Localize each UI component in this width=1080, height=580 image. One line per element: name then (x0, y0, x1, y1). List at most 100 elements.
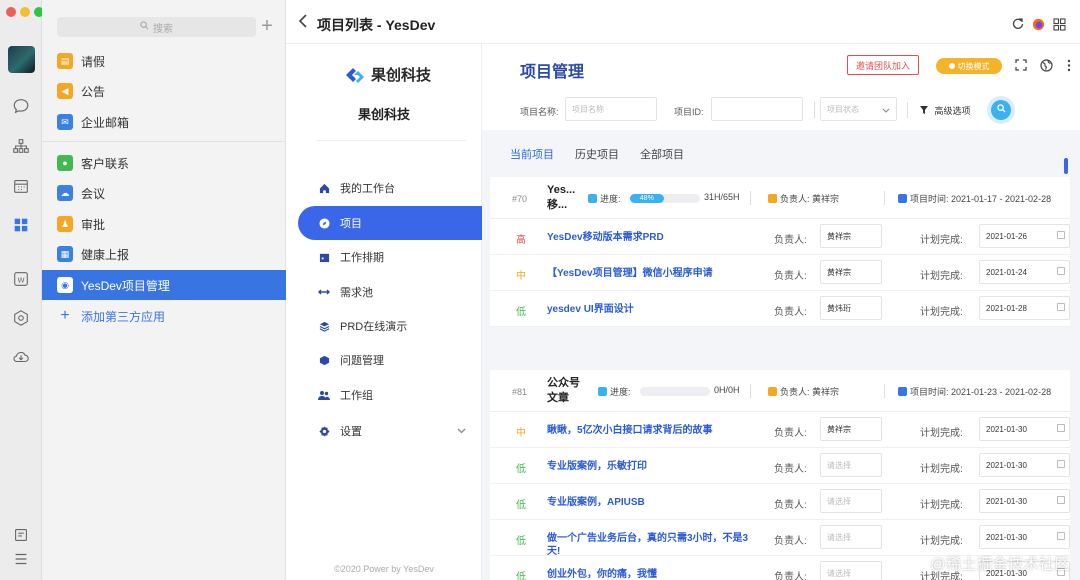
app-item-mail[interactable]: ✉ 企业邮箱 (42, 107, 286, 137)
search-button[interactable] (991, 100, 1011, 120)
add-third-party-app-button[interactable]: + 添加第三方应用 (42, 301, 286, 331)
firefox-icon[interactable] (1031, 17, 1045, 31)
chat-icon[interactable] (10, 95, 32, 117)
project-title[interactable]: 公众号文章 (547, 376, 581, 406)
owner-select[interactable]: 请选择 (820, 453, 882, 477)
task-row[interactable]: 高 YesDev移动版本需求PRD 负责人: 黄祥宗 计划完成: 2021-01-26 (490, 219, 1070, 255)
refresh-icon[interactable] (1011, 17, 1025, 31)
owner-select[interactable]: 请选择 (820, 489, 882, 513)
nav-item-prd-demo[interactable]: PRD在线演示 (298, 309, 482, 343)
calendar-icon (1057, 460, 1065, 468)
due-date-input[interactable]: 2021-01-24 (979, 260, 1070, 284)
filter-bar: 项目名称: 项目名称 项目ID: 项目状态 高级选项 (482, 94, 1080, 126)
owner-select[interactable]: 黄炜珩 (820, 296, 882, 320)
switch-mode-toggle[interactable]: 切换模式 (936, 58, 1002, 74)
project-title[interactable]: Yes...移... (547, 183, 581, 213)
avatar[interactable] (8, 46, 35, 73)
app-item-yesdev[interactable]: ◉ YesDev项目管理 (42, 270, 286, 300)
project-status-select[interactable]: 项目状态 (820, 97, 897, 121)
tab-all-projects[interactable]: 全部项目 (640, 146, 684, 162)
divider (884, 384, 885, 398)
task-name[interactable]: 创业外包，你的痛，我懂 (547, 568, 757, 580)
due-date-input[interactable]: 2021-01-30 (979, 525, 1070, 549)
app-item-meeting[interactable]: ☁ 会议 (42, 178, 286, 208)
owner-select[interactable]: 请选择 (820, 561, 882, 580)
search-input[interactable]: 搜索 (57, 17, 256, 37)
divider (814, 102, 815, 118)
app-item-announcement[interactable]: ◀ 公告 (42, 76, 286, 106)
app-item-approval[interactable]: ♟ 审批 (42, 209, 286, 239)
app-item-customer[interactable]: ● 客户联系 (42, 148, 286, 178)
divider (884, 191, 885, 205)
owner-select[interactable]: 请选择 (820, 525, 882, 549)
due-date-input[interactable]: 2021-01-28 (979, 296, 1070, 320)
owner-select[interactable]: 黄祥宗 (820, 224, 882, 248)
task-name[interactable]: YesDev移动版本需求PRD (547, 231, 757, 244)
task-row[interactable]: 低 专业版案例，APIUSB 负责人: 请选择 计划完成: 2021-01-30 (490, 484, 1070, 520)
word-doc-icon[interactable]: W (10, 268, 32, 290)
add-button[interactable]: + (259, 15, 275, 37)
advanced-options-button[interactable]: 高级选项 (920, 104, 971, 117)
owner-select[interactable]: 黄祥宗 (820, 417, 882, 441)
grid-icon[interactable] (1052, 17, 1066, 31)
menu-icon[interactable] (10, 548, 32, 570)
task-row[interactable]: 中 【YesDev项目管理】微信小程序申请 负责人: 黄祥宗 计划完成: 2021-01-… (490, 255, 1070, 291)
priority-label: 高 (516, 235, 526, 246)
chevron-left-icon[interactable] (298, 14, 308, 33)
advanced-options-label: 高级选项 (934, 106, 971, 116)
progress-icon (588, 194, 597, 203)
task-name[interactable]: 专业版案例，乐敏打印 (547, 460, 757, 473)
task-row[interactable]: 低 做一个广告业务后台，真的只需3小时，不是3天! 负责人: 请选择 计划完成: 2021… (490, 520, 1070, 558)
owner-block: 负责人: 黄祥宗 (768, 385, 839, 398)
nav-item-issues[interactable]: 问题管理 (298, 343, 482, 377)
app-item-health[interactable]: ▦ 健康上报 (42, 239, 286, 269)
company-logo: 果创科技 (344, 64, 431, 85)
due-date-value: 2021-01-26 (986, 231, 1027, 241)
apps-grid-icon[interactable] (10, 214, 32, 236)
more-icon[interactable] (1062, 58, 1076, 72)
owner-select[interactable]: 黄祥宗 (820, 260, 882, 284)
nav-item-requirements[interactable]: 需求池 (298, 275, 482, 309)
task-name[interactable]: 做一个广告业务后台，真的只需3小时，不是3天! (547, 532, 757, 558)
tab-current-projects[interactable]: 当前项目 (510, 146, 554, 162)
app-item-leave[interactable]: ▤ 请假 (42, 46, 286, 76)
calendar-icon[interactable] (10, 175, 32, 197)
minimize-window-button[interactable] (20, 7, 30, 17)
project-id-input[interactable] (711, 97, 803, 121)
nav-item-projects[interactable]: 项目 (298, 206, 482, 240)
chevron-down-icon[interactable] (457, 426, 466, 437)
due-date-input[interactable]: 2021-01-26 (979, 224, 1070, 248)
project-name-input[interactable]: 项目名称 (565, 97, 657, 121)
cube-icon[interactable] (10, 307, 32, 329)
org-chart-icon[interactable] (10, 135, 32, 157)
divider (750, 191, 751, 205)
close-window-button[interactable] (6, 7, 16, 17)
task-name[interactable]: 瞅瞅，5亿次小白接口请求背后的故事 (547, 424, 757, 437)
due-date-input[interactable]: 2021-01-30 (979, 489, 1070, 513)
globe-icon[interactable] (1039, 58, 1053, 72)
nav-item-workbench[interactable]: 我的工作台 (298, 171, 482, 205)
cloud-icon[interactable] (10, 346, 32, 368)
task-row[interactable]: 中 瞅瞅，5亿次小白接口请求背后的故事 负责人: 黄祥宗 计划完成: 2021-01-30 (490, 412, 1070, 448)
nav-item-settings[interactable]: 设置 (298, 414, 482, 448)
progress-label: 进度: (610, 387, 631, 397)
task-name[interactable]: 专业版案例，APIUSB (547, 496, 757, 509)
fullscreen-icon[interactable] (1014, 58, 1028, 72)
tab-history-projects[interactable]: 历史项目 (575, 146, 619, 162)
chevron-down-icon (882, 106, 890, 115)
task-row[interactable]: 低 专业版案例，乐敏打印 负责人: 请选择 计划完成: 2021-01-30 (490, 448, 1070, 484)
nav-item-workgroup[interactable]: 工作组 (298, 378, 482, 412)
due-date-input[interactable]: 2021-01-30 (979, 453, 1070, 477)
logo-mark-icon (346, 67, 364, 83)
task-name[interactable]: yesdev UI界面设计 (547, 303, 757, 316)
time-block: 项目时间: 2021-01-23 - 2021-02-28 (898, 385, 1051, 398)
invite-team-button[interactable]: 邀请团队加入 (847, 55, 919, 75)
task-name[interactable]: 【YesDev项目管理】微信小程序申请 (547, 267, 757, 280)
nav-item-schedule[interactable]: 工作排期 (298, 240, 482, 274)
inbox-icon[interactable] (10, 524, 32, 546)
status-placeholder: 项目状态 (827, 104, 859, 114)
task-row[interactable]: 低 yesdev UI界面设计 负责人: 黄炜珩 计划完成: 2021-01-28 (490, 291, 1070, 327)
due-date-input[interactable]: 2021-01-30 (979, 417, 1070, 441)
company-name: 果创科技 (357, 107, 410, 122)
priority-label: 中 (516, 428, 526, 439)
